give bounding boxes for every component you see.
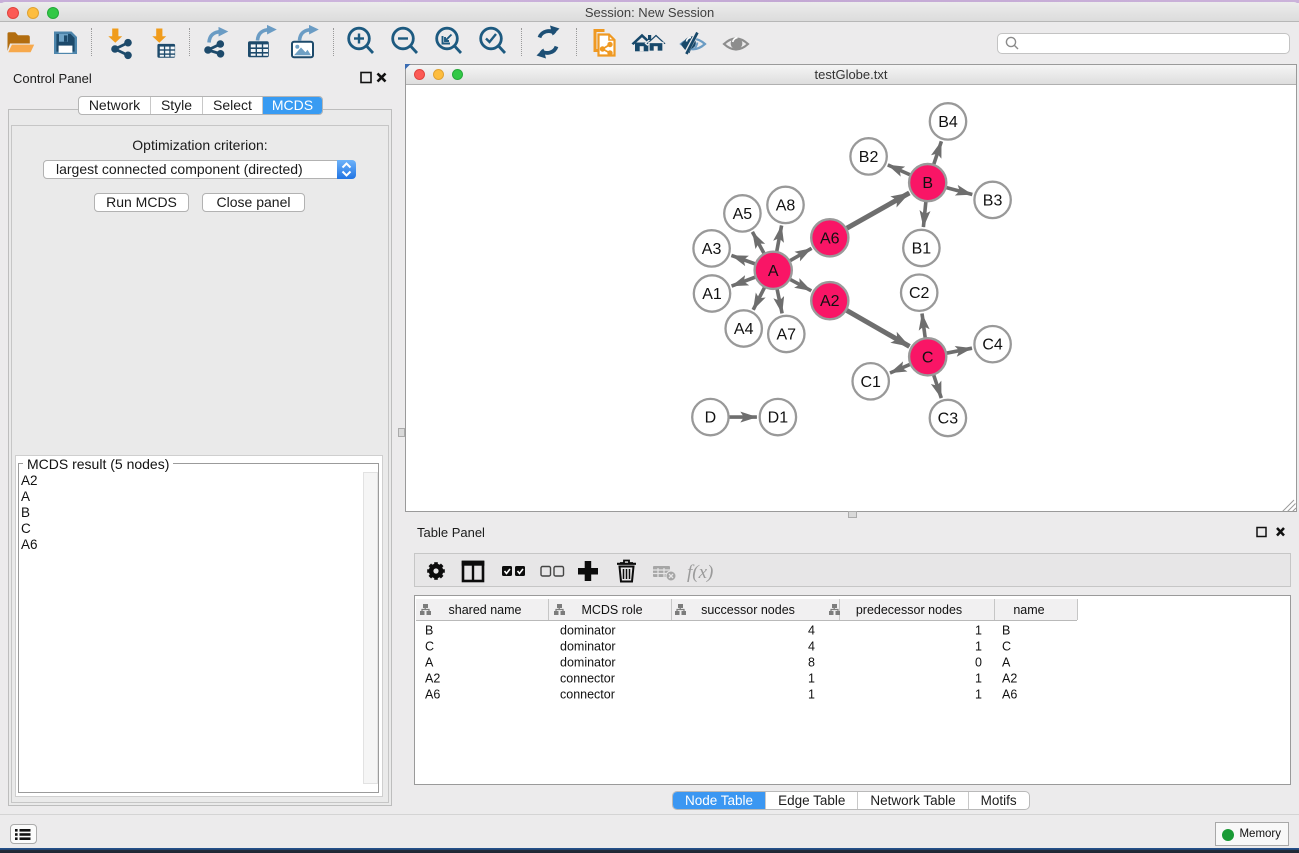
svg-text:A6: A6 bbox=[425, 688, 440, 702]
svg-text:MCDS role: MCDS role bbox=[581, 603, 642, 617]
svg-text:1: 1 bbox=[808, 688, 815, 702]
svg-text:shared name: shared name bbox=[449, 603, 522, 617]
svg-text:C: C bbox=[1002, 640, 1011, 654]
svg-text:dominator: dominator bbox=[560, 624, 616, 638]
svg-text:successor nodes: successor nodes bbox=[701, 603, 795, 617]
svg-text:1: 1 bbox=[975, 624, 982, 638]
svg-text:1: 1 bbox=[808, 672, 815, 686]
svg-text:C2: C2 bbox=[909, 285, 930, 302]
svg-text:C3: C3 bbox=[938, 411, 959, 428]
svg-text:A3: A3 bbox=[702, 241, 722, 258]
svg-text:predecessor nodes: predecessor nodes bbox=[856, 603, 962, 617]
svg-text:4: 4 bbox=[808, 624, 815, 638]
svg-text:A6: A6 bbox=[820, 230, 840, 247]
svg-text:A2: A2 bbox=[1002, 672, 1017, 686]
svg-text:4: 4 bbox=[808, 640, 815, 654]
svg-text:C: C bbox=[425, 640, 434, 654]
svg-text:C: C bbox=[922, 349, 934, 366]
svg-text:A: A bbox=[1002, 656, 1011, 670]
svg-text:f(x): f(x) bbox=[687, 562, 713, 583]
svg-text:D1: D1 bbox=[768, 410, 789, 427]
svg-text:1: 1 bbox=[975, 640, 982, 654]
svg-text:B2: B2 bbox=[859, 149, 879, 166]
svg-text:A1: A1 bbox=[702, 286, 722, 303]
svg-text:C1: C1 bbox=[860, 374, 881, 391]
svg-text:B: B bbox=[1002, 624, 1010, 638]
svg-text:A5: A5 bbox=[733, 206, 753, 223]
svg-text:A2: A2 bbox=[820, 293, 840, 310]
svg-text:1: 1 bbox=[975, 672, 982, 686]
svg-text:B1: B1 bbox=[912, 241, 932, 258]
svg-text:B4: B4 bbox=[938, 114, 958, 131]
svg-text:0: 0 bbox=[975, 656, 982, 670]
svg-text:A2: A2 bbox=[425, 672, 440, 686]
svg-text:connector: connector bbox=[560, 688, 615, 702]
svg-text:A7: A7 bbox=[777, 327, 797, 344]
svg-text:A6: A6 bbox=[1002, 688, 1017, 702]
svg-text:C4: C4 bbox=[982, 337, 1003, 354]
svg-text:connector: connector bbox=[560, 672, 615, 686]
svg-text:A8: A8 bbox=[776, 197, 796, 214]
svg-text:1: 1 bbox=[975, 688, 982, 702]
svg-text:D: D bbox=[705, 410, 717, 427]
svg-text:dominator: dominator bbox=[560, 640, 616, 654]
svg-text:name: name bbox=[1013, 603, 1044, 617]
svg-text:A4: A4 bbox=[734, 321, 754, 338]
svg-text:B: B bbox=[922, 175, 933, 192]
svg-text:A: A bbox=[768, 263, 779, 280]
svg-text:A: A bbox=[425, 656, 434, 670]
svg-text:B: B bbox=[425, 624, 433, 638]
svg-text:B3: B3 bbox=[983, 192, 1003, 209]
svg-text:dominator: dominator bbox=[560, 656, 616, 670]
svg-text:8: 8 bbox=[808, 656, 815, 670]
